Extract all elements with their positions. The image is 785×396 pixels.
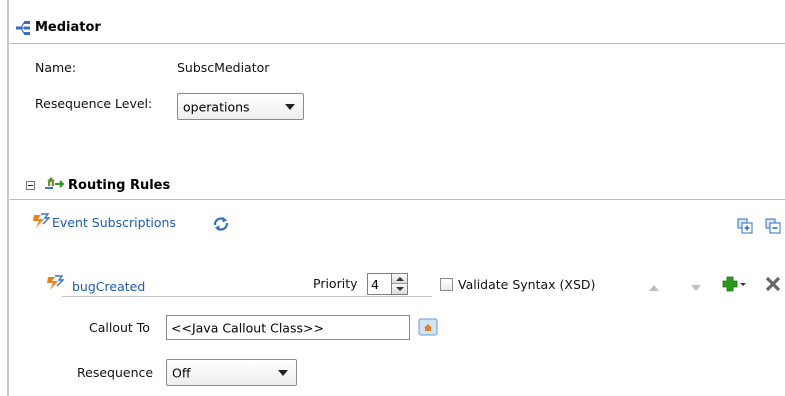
rule-resequence-value: Off xyxy=(172,365,191,380)
resequence-level-value: operations xyxy=(183,99,250,114)
resequence-level-select[interactable]: operations xyxy=(177,93,304,120)
priority-label: Priority xyxy=(313,276,358,291)
move-down-icon[interactable] xyxy=(690,281,702,296)
callout-class-input[interactable]: <<Java Callout Class>> xyxy=(166,315,410,340)
callout-class-value: <<Java Callout Class>> xyxy=(171,320,324,335)
event-name-link[interactable]: bugCreated xyxy=(72,279,145,294)
chevron-down-icon xyxy=(285,103,295,110)
collapse-toggle[interactable] xyxy=(26,181,35,190)
chevron-down-icon xyxy=(278,369,288,376)
delete-icon[interactable] xyxy=(765,276,781,295)
priority-value: 4 xyxy=(371,277,379,292)
rule-resequence-label: Resequence xyxy=(77,365,154,380)
browse-class-icon[interactable] xyxy=(418,318,438,340)
rule-resequence-select[interactable]: Off xyxy=(166,359,297,386)
priority-increment-button[interactable] xyxy=(391,274,407,284)
resequence-level-label: Resequence Level: xyxy=(35,96,153,111)
triangle-down-icon xyxy=(396,287,404,291)
rule-underline xyxy=(62,296,432,297)
name-label: Name: xyxy=(35,60,77,75)
callout-label: Callout To xyxy=(89,320,150,335)
routing-rules-title: Routing Rules xyxy=(68,178,171,193)
lightning-event-icon xyxy=(46,275,65,295)
header-divider xyxy=(10,43,785,44)
add-rule-icon[interactable] xyxy=(737,218,753,238)
event-subscriptions-link[interactable]: Event Subscriptions xyxy=(52,215,176,230)
routing-rules-icon xyxy=(43,175,65,197)
validate-syntax-checkbox[interactable] xyxy=(440,278,453,291)
priority-spinner[interactable]: 4 xyxy=(367,273,408,295)
name-value: SubscMediator xyxy=(177,60,270,75)
remove-rule-icon[interactable] xyxy=(765,218,781,238)
add-icon[interactable] xyxy=(722,276,746,296)
triangle-up-icon xyxy=(396,277,404,281)
validate-syntax-label: Validate Syntax (XSD) xyxy=(458,277,596,292)
routing-divider xyxy=(10,199,785,200)
left-border xyxy=(7,0,9,396)
lightning-event-icon xyxy=(32,213,51,233)
mediator-title: Mediator xyxy=(35,20,101,35)
refresh-subscriptions-icon[interactable] xyxy=(212,216,230,236)
mediator-icon xyxy=(15,20,33,40)
priority-decrement-button[interactable] xyxy=(391,284,407,294)
move-up-icon[interactable] xyxy=(648,281,660,296)
